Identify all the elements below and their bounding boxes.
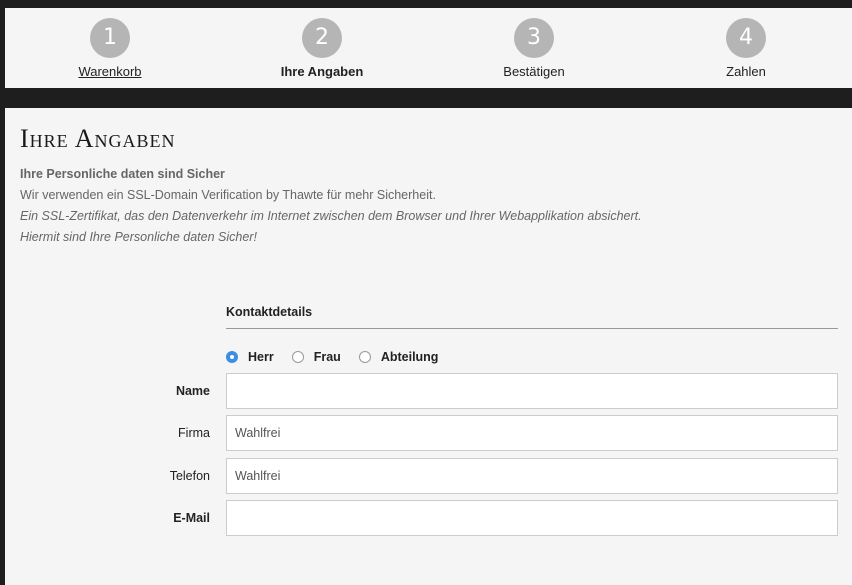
name-input[interactable] (226, 373, 838, 409)
page-title: Ihre Angaben (20, 124, 176, 153)
step-ihre-angaben: 2 Ihre Angaben (242, 8, 402, 88)
main-panel: Ihre Angaben Ihre Personliche daten sind… (5, 108, 852, 585)
form-row-firma: Firma (5, 415, 852, 451)
step-number-badge: 1 (90, 18, 130, 58)
step-bestaetigen: 3 Bestätigen (454, 8, 614, 88)
firma-label: Firma (178, 426, 210, 440)
step-label: Ihre Angaben (280, 64, 364, 79)
step-warenkorb[interactable]: 1 Warenkorb (30, 8, 190, 88)
security-intro: Ihre Personliche daten sind Sicher Wir v… (20, 164, 840, 248)
form-row-telefon: Telefon (5, 458, 852, 494)
step-label: Bestätigen (503, 64, 565, 79)
radio-label-frau[interactable]: Frau (314, 350, 341, 364)
email-label: E-Mail (173, 511, 210, 525)
section-title-kontaktdetails: Kontaktdetails (226, 305, 313, 319)
intro-line: Ein SSL-Zertifikat, das den Datenverkehr… (20, 209, 642, 223)
telefon-label: Telefon (169, 469, 210, 483)
radio-label-abteilung[interactable]: Abteilung (381, 350, 439, 364)
radio-herr[interactable] (226, 351, 238, 363)
intro-heading: Ihre Personliche daten sind Sicher (20, 167, 225, 181)
step-warenkorb-link[interactable]: Warenkorb (30, 64, 190, 79)
name-label: Name (175, 384, 210, 398)
form-row-email: E-Mail (5, 500, 852, 536)
email-input[interactable] (226, 500, 838, 536)
radio-abteilung[interactable] (358, 351, 371, 363)
form-row-name: Name (5, 373, 852, 409)
step-label: Zahlen (726, 64, 766, 79)
firma-input[interactable] (226, 415, 838, 451)
step-number-badge: 3 (514, 18, 554, 58)
salutation-radio-group: Herr Frau Abteilung (226, 348, 456, 366)
checkout-progress: 1 Warenkorb 2 Ihre Angaben 3 Bestätigen … (5, 8, 852, 88)
radio-frau[interactable] (291, 351, 304, 363)
step-number-badge: 2 (302, 18, 342, 58)
step-number-badge: 4 (726, 18, 766, 58)
intro-line: Wir verwenden ein SSL-Domain Verificatio… (20, 188, 436, 202)
radio-label-herr[interactable]: Herr (248, 350, 274, 364)
telefon-input[interactable] (226, 458, 838, 494)
intro-line: Hiermit sind Ihre Personliche daten Sich… (20, 230, 257, 244)
section-divider (226, 328, 838, 329)
step-zahlen: 4 Zahlen (666, 8, 826, 88)
